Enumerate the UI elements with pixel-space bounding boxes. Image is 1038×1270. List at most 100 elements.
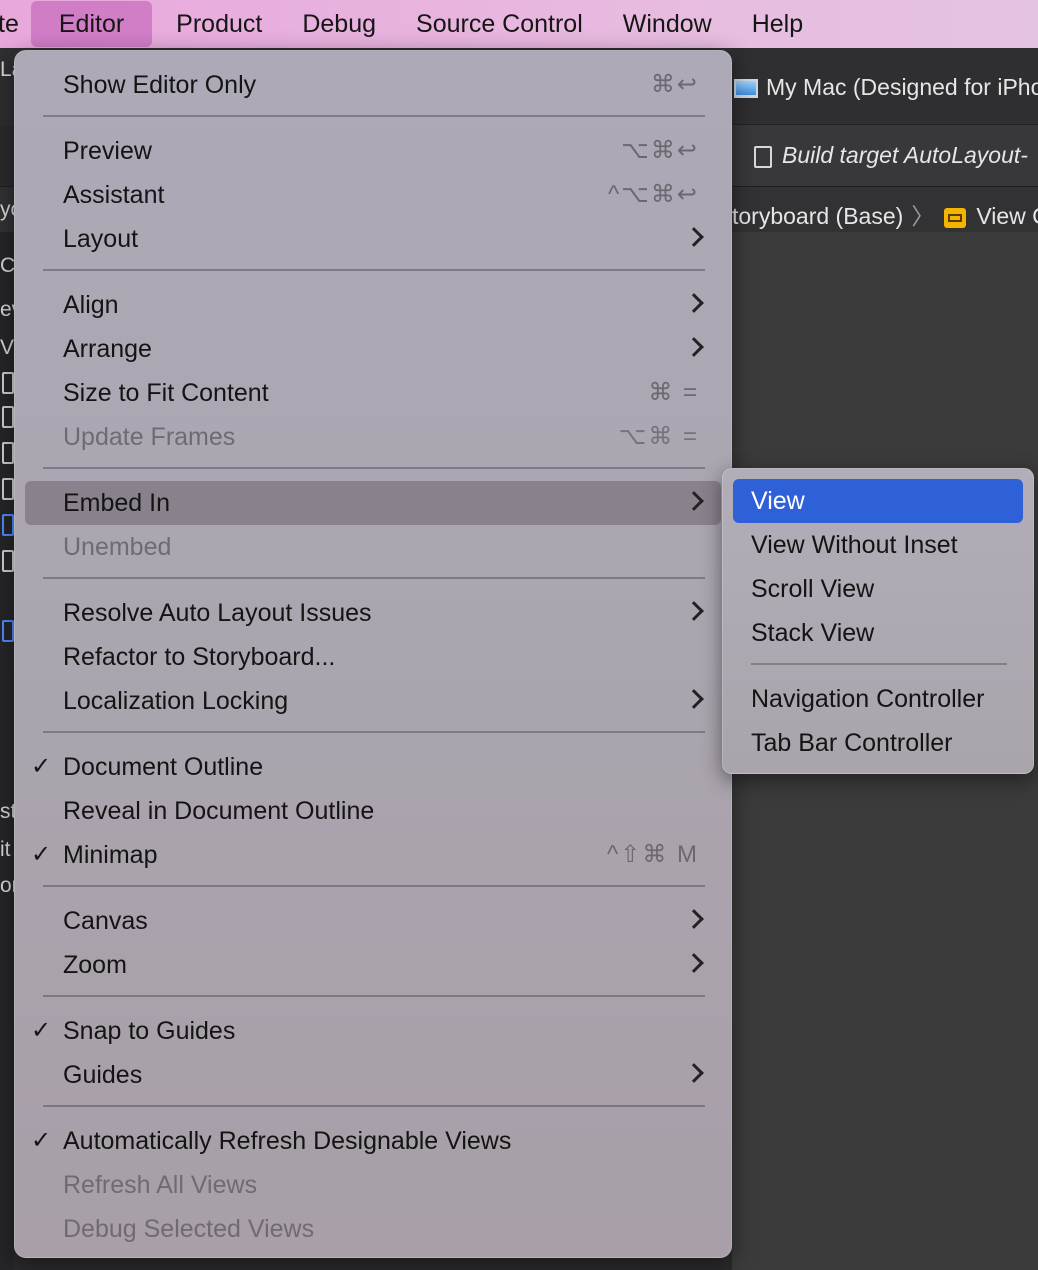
menu-item-label: Canvas — [63, 907, 148, 935]
outline-item-icon — [2, 372, 14, 394]
build-status-text: Build target AutoLayout- — [782, 142, 1028, 168]
submenu-item-label: Tab Bar Controller — [751, 729, 953, 757]
menu-item-minimap[interactable]: ✓ Minimap ^⇧⌘ M — [25, 833, 721, 877]
document-icon — [754, 145, 772, 168]
submenu-item-view-without-inset[interactable]: View Without Inset — [733, 523, 1023, 567]
menu-item-document-outline[interactable]: ✓ Document Outline — [25, 745, 721, 789]
menu-item-reveal-in-document-outline[interactable]: Reveal in Document Outline — [25, 789, 721, 833]
keyboard-shortcut: ^⌥⌘↩ — [607, 181, 699, 208]
menu-item-label: Align — [63, 291, 119, 319]
menubar-item-source-control[interactable]: Source Control — [396, 1, 603, 47]
menu-item-label: Guides — [63, 1061, 143, 1089]
breadcrumb-storyboard[interactable]: toryboard (Base) — [732, 203, 903, 229]
menu-item-update-frames: Update Frames ⌥⌘ = — [25, 415, 721, 459]
menu-item-debug-selected-views: Debug Selected Views — [25, 1207, 721, 1251]
menu-item-snap-to-guides[interactable]: ✓ Snap to Guides — [25, 1009, 721, 1053]
menu-separator — [43, 885, 705, 887]
submenu-item-label: View Without Inset — [751, 531, 958, 559]
breadcrumb[interactable]: toryboard (Base) 〉 View C — [732, 197, 1038, 231]
submenu-item-scroll-view[interactable]: Scroll View — [733, 567, 1023, 611]
chevron-right-icon — [684, 689, 704, 709]
menu-item-layout[interactable]: Layout — [25, 217, 721, 261]
edge-text: it — [0, 838, 11, 861]
menu-item-automatically-refresh-designable-views[interactable]: ✓ Automatically Refresh Designable Views — [25, 1119, 721, 1163]
menu-item-label: Embed In — [63, 489, 171, 517]
submenu-item-label: Stack View — [751, 619, 875, 647]
menu-item-label: Update Frames — [63, 423, 236, 451]
menu-item-refactor-to-storyboard[interactable]: Refactor to Storyboard... — [25, 635, 721, 679]
chevron-right-icon — [684, 491, 704, 511]
submenu-item-label: Scroll View — [751, 575, 875, 603]
submenu-item-tab-bar-controller[interactable]: Tab Bar Controller — [733, 721, 1023, 765]
chevron-right-icon — [684, 1063, 704, 1083]
menubar-item-navigate[interactable]: te — [0, 1, 25, 47]
menu-separator — [43, 577, 705, 579]
menu-item-size-to-fit-content[interactable]: Size to Fit Content ⌘ = — [25, 371, 721, 415]
run-destination[interactable]: My Mac (Designed for iPho — [734, 74, 1038, 101]
menu-separator — [751, 663, 1007, 665]
menu-item-refresh-all-views: Refresh All Views — [25, 1163, 721, 1207]
chevron-right-icon — [684, 227, 704, 247]
keyboard-shortcut: ⌘ = — [648, 379, 699, 406]
menu-item-show-editor-only[interactable]: Show Editor Only ⌘↩ — [25, 63, 721, 107]
menubar-item-help[interactable]: Help — [732, 1, 823, 47]
menu-item-label: Reveal in Document Outline — [63, 797, 375, 825]
keyboard-shortcut: ⌥⌘↩ — [621, 137, 699, 164]
menubar-item-window[interactable]: Window — [603, 1, 732, 47]
keyboard-shortcut: ⌘↩ — [650, 71, 699, 98]
breadcrumb-view[interactable]: View C — [976, 203, 1038, 229]
checkmark-icon: ✓ — [31, 1127, 52, 1154]
menu-item-embed-in[interactable]: Embed In — [25, 481, 721, 525]
menu-item-zoom[interactable]: Zoom — [25, 943, 721, 987]
menu-separator — [43, 115, 705, 117]
menu-item-label: Show Editor Only — [63, 71, 257, 99]
menu-item-localization-locking[interactable]: Localization Locking — [25, 679, 721, 723]
menu-item-label: Snap to Guides — [63, 1017, 236, 1045]
outline-item-icon — [2, 514, 14, 536]
outline-item-icon — [2, 442, 14, 464]
menu-item-arrange[interactable]: Arrange — [25, 327, 721, 371]
menu-item-unembed: Unembed — [25, 525, 721, 569]
keyboard-shortcut: ^⇧⌘ M — [606, 841, 699, 868]
menubar-item-debug[interactable]: Debug — [282, 1, 396, 47]
build-status: Build target AutoLayout- — [754, 142, 1028, 169]
mac-icon — [734, 79, 758, 99]
keyboard-shortcut: ⌥⌘ = — [618, 423, 699, 450]
chevron-right-icon — [684, 293, 704, 313]
checkmark-icon: ✓ — [31, 753, 52, 780]
menu-item-label: Zoom — [63, 951, 127, 979]
menu-item-guides[interactable]: Guides — [25, 1053, 721, 1097]
menu-item-label: Unembed — [63, 533, 172, 561]
submenu-item-stack-view[interactable]: Stack View — [733, 611, 1023, 655]
embed-in-submenu: View View Without Inset Scroll View Stack V… — [722, 468, 1034, 774]
menu-item-assistant[interactable]: Assistant ^⌥⌘↩ — [25, 173, 721, 217]
menu-item-canvas[interactable]: Canvas — [25, 899, 721, 943]
breadcrumb-chevron-icon: 〉 — [911, 203, 935, 229]
menu-item-label: Minimap — [63, 841, 158, 869]
editor-menu: Show Editor Only ⌘↩ Preview ⌥⌘↩ Assistant ^⌥⌘… — [14, 50, 732, 1258]
chevron-right-icon — [684, 601, 704, 621]
outline-item-icon — [2, 406, 14, 428]
menu-item-label: Assistant — [63, 181, 165, 209]
menu-item-label: Refresh All Views — [63, 1171, 258, 1199]
outline-item-icon — [2, 550, 14, 572]
menu-separator — [43, 731, 705, 733]
chevron-right-icon — [684, 909, 704, 929]
menu-item-label: Arrange — [63, 335, 152, 363]
submenu-item-view[interactable]: View — [733, 479, 1023, 523]
menubar-item-editor[interactable]: Editor — [30, 1, 153, 47]
view-controller-icon — [944, 207, 967, 228]
run-destination-label: My Mac (Designed for iPho — [766, 74, 1038, 100]
menu-item-label: Refactor to Storyboard... — [63, 643, 336, 671]
menu-separator — [43, 1105, 705, 1107]
submenu-item-label: View — [751, 487, 805, 515]
submenu-item-navigation-controller[interactable]: Navigation Controller — [733, 677, 1023, 721]
menu-item-align[interactable]: Align — [25, 283, 721, 327]
outline-item-icon — [2, 620, 14, 642]
edge-text: C — [0, 254, 16, 277]
menubar-item-product[interactable]: Product — [156, 1, 282, 47]
menu-item-resolve-auto-layout-issues[interactable]: Resolve Auto Layout Issues — [25, 591, 721, 635]
outline-item-icon — [2, 478, 14, 500]
chevron-right-icon — [684, 953, 704, 973]
menu-item-preview[interactable]: Preview ⌥⌘↩ — [25, 129, 721, 173]
